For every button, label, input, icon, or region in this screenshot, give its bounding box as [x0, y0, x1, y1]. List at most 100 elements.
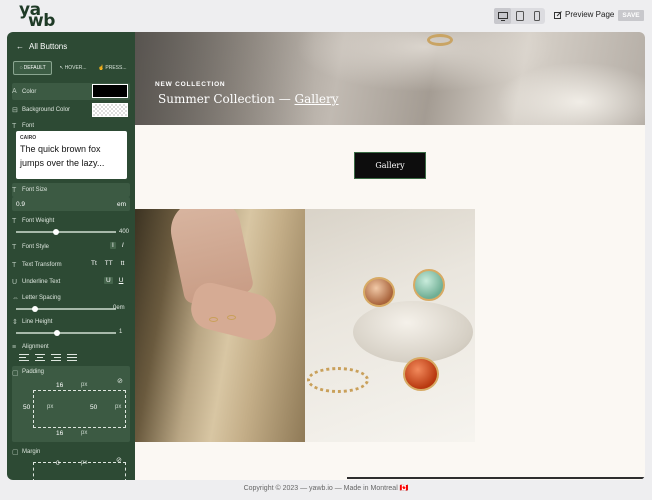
- font-size-input[interactable]: 0.9 em: [12, 197, 130, 211]
- tab-pressed[interactable]: ☝ PRESS...: [94, 61, 131, 75]
- preview-page-link[interactable]: Preview Page: [554, 10, 614, 19]
- ring-shape: [209, 317, 218, 322]
- font-weight-slider-handle[interactable]: [53, 229, 59, 235]
- font-size-icon: T: [12, 186, 17, 194]
- amber-ring: [363, 277, 395, 307]
- desktop-icon: [497, 11, 508, 21]
- line-height-label: Line Height: [22, 319, 53, 325]
- letter-spacing-icon: ⇔: [12, 294, 19, 302]
- line-height-slider[interactable]: [16, 330, 116, 336]
- margin-link-icon[interactable]: ⊘: [116, 456, 122, 464]
- save-button[interactable]: SAVE: [618, 10, 644, 21]
- font-name: CAIRO: [20, 135, 37, 141]
- hand-with-rings-photo[interactable]: [135, 209, 305, 442]
- uppercase-button[interactable]: TT: [103, 260, 115, 267]
- letter-spacing-slider[interactable]: [16, 306, 116, 312]
- tablet-view-button[interactable]: [511, 8, 528, 24]
- color-swatch[interactable]: [92, 84, 128, 98]
- margin-row: ▢ Margin: [12, 446, 130, 458]
- font-size-label: Font Size: [22, 187, 48, 193]
- underline-button[interactable]: U: [117, 277, 126, 284]
- gold-ring: [427, 34, 453, 46]
- press-icon: ☝: [98, 65, 105, 71]
- tab-pressed-label: PRESS...: [105, 65, 127, 71]
- align-right-icon[interactable]: [51, 354, 61, 361]
- hero-gallery-link[interactable]: Gallery: [295, 92, 339, 106]
- line-height-icon: ⇕: [12, 319, 18, 326]
- font-weight-value: 400: [119, 229, 130, 235]
- line-height-value: 1: [119, 329, 123, 335]
- padding-left-input[interactable]: 50: [23, 404, 30, 411]
- font-style-italic-button[interactable]: I: [120, 242, 126, 249]
- margin-icon: ▢: [12, 449, 19, 456]
- margin-top-unit: px: [81, 460, 88, 466]
- hero-subtitle: NEW COLLECTION: [155, 81, 226, 88]
- font-label: Font: [22, 123, 35, 129]
- alignment-icon: ≡: [12, 343, 17, 351]
- preview-label: Preview Page: [565, 10, 615, 19]
- capitalize-button[interactable]: Tt: [89, 260, 99, 267]
- font-row: T Font: [12, 121, 130, 131]
- letter-spacing-slider-handle[interactable]: [32, 306, 38, 312]
- letter-spacing-value: 0em: [113, 305, 125, 311]
- alignment-options: [19, 354, 77, 361]
- align-center-icon[interactable]: [35, 354, 45, 361]
- background-color-label: Background Color: [22, 107, 71, 113]
- paint-bucket-icon: ⊟: [12, 107, 18, 114]
- letter-spacing-row: ⇔ Letter Spacing: [12, 293, 130, 303]
- text-transform-label: Text Transform: [22, 262, 62, 268]
- alignment-row: ≡ Alignment: [12, 342, 130, 352]
- tab-default[interactable]: ◌ DEFAULT: [13, 61, 53, 75]
- font-style-normal-button[interactable]: I: [110, 242, 116, 249]
- external-link-icon: [554, 10, 562, 19]
- tab-hover[interactable]: ↖ HOVER...: [54, 61, 91, 75]
- font-weight-row: T Font Weight: [12, 216, 130, 226]
- device-switcher: [494, 8, 545, 24]
- back-to-all-buttons[interactable]: ← All Buttons: [16, 42, 67, 51]
- desktop-view-button[interactable]: [494, 8, 511, 24]
- align-justify-icon[interactable]: [67, 354, 77, 361]
- letter-spacing-label: Letter Spacing: [22, 295, 61, 301]
- text-transform-icon: T: [12, 261, 17, 269]
- padding-bottom-input[interactable]: 16: [56, 430, 63, 437]
- background-color-swatch[interactable]: [92, 103, 128, 117]
- sidebar-title: All Buttons: [29, 42, 68, 51]
- no-underline-button[interactable]: U: [104, 277, 113, 284]
- link-icon[interactable]: ⊘: [117, 377, 123, 385]
- padding-bottom-unit: px: [81, 430, 88, 436]
- tab-default-label: DEFAULT: [23, 65, 46, 71]
- font-weight-icon: T: [12, 217, 17, 225]
- font-weight-slider[interactable]: [16, 229, 116, 235]
- tab-hover-label: HOVER...: [64, 65, 87, 71]
- gemstone-rings-photo[interactable]: [305, 209, 475, 442]
- align-left-icon[interactable]: [19, 354, 29, 361]
- ring-shape: [227, 315, 236, 320]
- circle-icon: ◌: [19, 65, 23, 71]
- gold-chain: [307, 367, 369, 393]
- margin-label: Margin: [22, 449, 41, 455]
- font-picker[interactable]: CAIRO The quick brown fox jumps over the…: [16, 131, 127, 179]
- color-label: Color: [22, 88, 37, 95]
- font-size-row: T Font Size: [12, 183, 130, 197]
- padding-top-unit: px: [81, 382, 88, 388]
- padding-left-unit: px: [47, 404, 54, 410]
- text-color-icon: A: [12, 88, 17, 95]
- jade-ring: [413, 269, 445, 301]
- carnelian-ring: [403, 357, 439, 391]
- gallery-button[interactable]: Gallery: [354, 152, 426, 179]
- lowercase-button[interactable]: tt: [119, 260, 127, 267]
- padding-right-input[interactable]: 50: [90, 404, 97, 411]
- margin-top-input[interactable]: 0: [56, 460, 60, 467]
- style-sidebar: ← All Buttons ◌ DEFAULT ↖ HOVER... ☝ PRESS.…: [7, 32, 135, 480]
- arrow-left-icon: ←: [16, 42, 24, 51]
- line-height-slider-handle[interactable]: [54, 330, 60, 336]
- font-weight-label: Font Weight: [22, 218, 55, 224]
- hero-title: Summer Collection — Gallery: [158, 92, 339, 106]
- mobile-view-button[interactable]: [528, 8, 545, 24]
- hero-banner[interactable]: NEW COLLECTION Summer Collection — Galle…: [135, 32, 645, 125]
- font-icon: T: [12, 122, 17, 130]
- padding-icon: ▢: [12, 370, 19, 377]
- logo[interactable]: ya wb: [19, 2, 55, 30]
- font-style-icon: T: [12, 243, 17, 251]
- padding-top-input[interactable]: 16: [56, 382, 63, 389]
